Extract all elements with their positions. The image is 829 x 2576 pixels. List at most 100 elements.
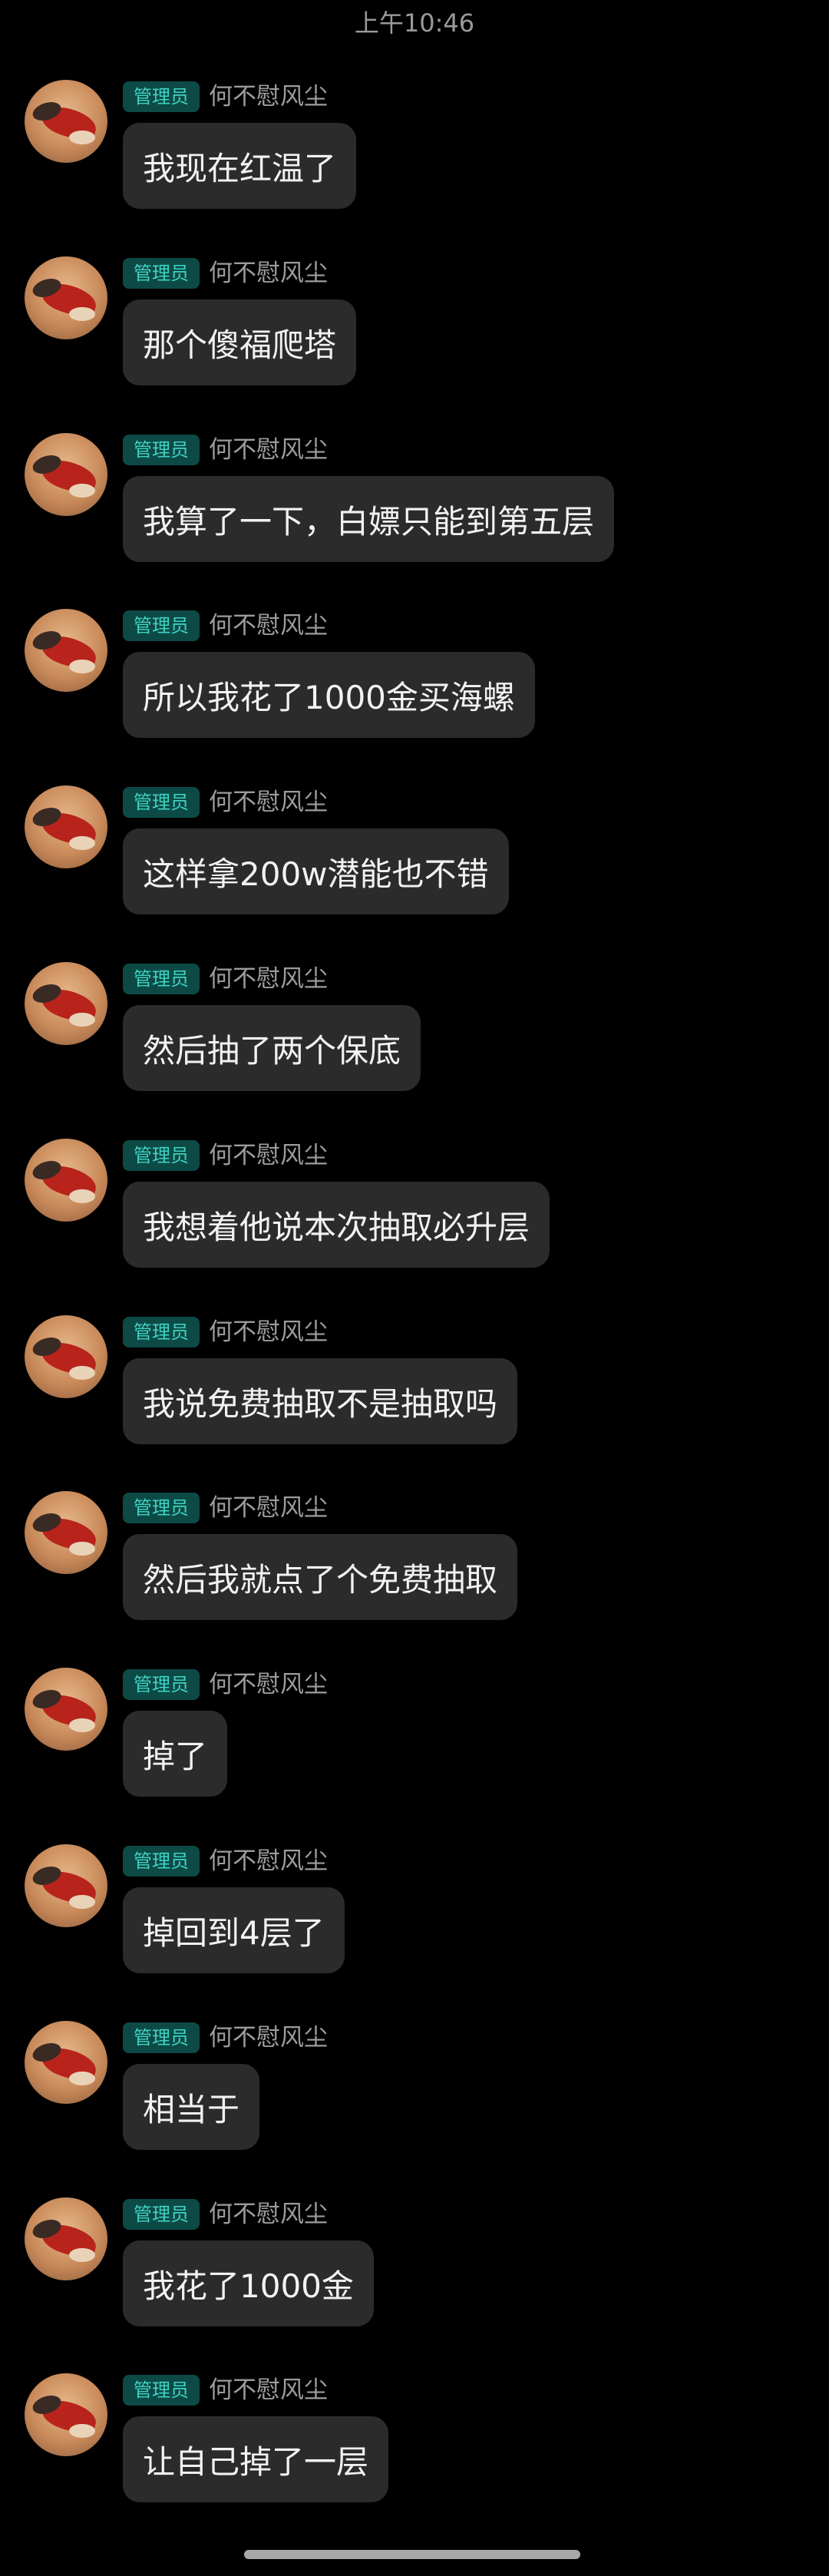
admin-badge: 管理员: [123, 787, 200, 818]
sender-name[interactable]: 何不慰风尘: [209, 1844, 328, 1878]
admin-badge: 管理员: [123, 2375, 200, 2406]
message-bubble[interactable]: 然后我就点了个免费抽取: [123, 1534, 518, 1620]
avatar[interactable]: [25, 2373, 107, 2456]
message-bubble[interactable]: 然后抽了两个保底: [123, 1005, 421, 1091]
sender-name[interactable]: 何不慰风尘: [209, 785, 328, 819]
message-meta: 管理员 何不慰风尘: [123, 1491, 328, 1525]
sender-name[interactable]: 何不慰风尘: [209, 962, 328, 996]
admin-badge: 管理员: [123, 1317, 200, 1348]
message-bubble[interactable]: 让自己掉了一层: [123, 2416, 389, 2502]
message-bubble[interactable]: 掉了: [123, 1711, 228, 1797]
admin-badge: 管理员: [123, 1493, 200, 1523]
message-bubble[interactable]: 掉回到4层了: [123, 1887, 345, 1973]
message-meta: 管理员 何不慰风尘: [123, 2197, 328, 2231]
avatar[interactable]: [25, 1844, 107, 1927]
message-meta: 管理员 何不慰风尘: [123, 1844, 328, 1878]
message-row: 管理员 何不慰风尘我现在红温了: [0, 80, 829, 256]
avatar[interactable]: [25, 1491, 107, 1574]
admin-badge: 管理员: [123, 2199, 200, 2230]
admin-badge: 管理员: [123, 2022, 200, 2053]
message-row: 管理员 何不慰风尘让自己掉了一层: [0, 2373, 829, 2550]
message-row: 管理员 何不慰风尘然后我就点了个免费抽取: [0, 1491, 829, 1668]
avatar[interactable]: [25, 1315, 107, 1398]
message-meta: 管理员 何不慰风尘: [123, 609, 328, 643]
avatar-image-detail: [69, 2072, 95, 2085]
message-bubble[interactable]: 这样拿200w潜能也不错: [123, 828, 509, 914]
avatar[interactable]: [25, 962, 107, 1045]
home-indicator[interactable]: [244, 2550, 580, 2559]
admin-badge: 管理员: [123, 81, 200, 112]
message-meta: 管理员 何不慰风尘: [123, 2373, 328, 2407]
message-row: 管理员 何不慰风尘那个傻福爬塔: [0, 256, 829, 433]
admin-badge: 管理员: [123, 964, 200, 994]
avatar[interactable]: [25, 609, 107, 692]
sender-name[interactable]: 何不慰风尘: [209, 1491, 328, 1525]
message-meta: 管理员 何不慰风尘: [123, 1315, 328, 1349]
timestamp-header: 上午10:46: [354, 8, 475, 38]
avatar-image-detail: [69, 1895, 95, 1909]
avatar[interactable]: [25, 1668, 107, 1751]
message-meta: 管理员 何不慰风尘: [123, 785, 328, 819]
message-bubble[interactable]: 我想着他说本次抽取必升层: [123, 1182, 550, 1268]
message-meta: 管理员 何不慰风尘: [123, 962, 328, 996]
avatar[interactable]: [25, 433, 107, 516]
admin-badge: 管理员: [123, 610, 200, 641]
message-row: 管理员 何不慰风尘相当于: [0, 2021, 829, 2197]
sender-name[interactable]: 何不慰风尘: [209, 433, 328, 467]
avatar-image-detail: [69, 836, 95, 850]
sender-name[interactable]: 何不慰风尘: [209, 80, 328, 114]
message-meta: 管理员 何不慰风尘: [123, 256, 328, 290]
avatar-image-detail: [69, 2424, 95, 2438]
sender-name[interactable]: 何不慰风尘: [209, 2373, 328, 2407]
message-row: 管理员 何不慰风尘我算了一下，白嫖只能到第五层: [0, 433, 829, 610]
avatar-image-detail: [69, 307, 95, 321]
avatar[interactable]: [25, 2197, 107, 2280]
message-bubble[interactable]: 所以我花了1000金买海螺: [123, 652, 535, 738]
message-row: 管理员 何不慰风尘掉了: [0, 1668, 829, 1844]
sender-name[interactable]: 何不慰风尘: [209, 1139, 328, 1172]
message-row: 管理员 何不慰风尘我想着他说本次抽取必升层: [0, 1139, 829, 1315]
avatar[interactable]: [25, 785, 107, 868]
message-row: 管理员 何不慰风尘这样拿200w潜能也不错: [0, 785, 829, 962]
admin-badge: 管理员: [123, 1669, 200, 1700]
message-meta: 管理员 何不慰风尘: [123, 1139, 328, 1172]
message-meta: 管理员 何不慰风尘: [123, 1668, 328, 1701]
avatar-image-detail: [69, 2248, 95, 2262]
message-bubble[interactable]: 我花了1000金: [123, 2240, 374, 2326]
sender-name[interactable]: 何不慰风尘: [209, 609, 328, 643]
message-meta: 管理员 何不慰风尘: [123, 433, 328, 467]
avatar[interactable]: [25, 80, 107, 163]
message-row: 管理员 何不慰风尘我说免费抽取不是抽取吗: [0, 1315, 829, 1492]
sender-name[interactable]: 何不慰风尘: [209, 2021, 328, 2055]
message-bubble[interactable]: 我算了一下，白嫖只能到第五层: [123, 476, 615, 562]
avatar-image-detail: [69, 1542, 95, 1556]
message-row: 管理员 何不慰风尘所以我花了1000金买海螺: [0, 609, 829, 785]
avatar-image-detail: [69, 1013, 95, 1027]
admin-badge: 管理员: [123, 1846, 200, 1877]
avatar-image-detail: [69, 484, 95, 498]
avatar-image-detail: [69, 660, 95, 673]
message-meta: 管理员 何不慰风尘: [123, 80, 328, 114]
sender-name[interactable]: 何不慰风尘: [209, 1315, 328, 1349]
admin-badge: 管理员: [123, 1140, 200, 1171]
avatar[interactable]: [25, 1139, 107, 1222]
admin-badge: 管理员: [123, 435, 200, 465]
sender-name[interactable]: 何不慰风尘: [209, 1668, 328, 1701]
avatar-image-detail: [69, 1366, 95, 1380]
avatar-image-detail: [69, 1718, 95, 1732]
message-row: 管理员 何不慰风尘掉回到4层了: [0, 1844, 829, 2021]
avatar-image-detail: [69, 1189, 95, 1203]
message-row: 管理员 何不慰风尘我花了1000金: [0, 2197, 829, 2374]
avatar-image-detail: [69, 131, 95, 144]
avatar[interactable]: [25, 256, 107, 339]
message-bubble[interactable]: 那个傻福爬塔: [123, 299, 357, 385]
message-meta: 管理员 何不慰风尘: [123, 2021, 328, 2055]
admin-badge: 管理员: [123, 258, 200, 289]
sender-name[interactable]: 何不慰风尘: [209, 2197, 328, 2231]
message-bubble[interactable]: 我现在红温了: [123, 123, 357, 209]
message-bubble[interactable]: 我说免费抽取不是抽取吗: [123, 1358, 518, 1444]
message-row: 管理员 何不慰风尘然后抽了两个保底: [0, 962, 829, 1139]
sender-name[interactable]: 何不慰风尘: [209, 256, 328, 290]
avatar[interactable]: [25, 2021, 107, 2104]
message-bubble[interactable]: 相当于: [123, 2064, 260, 2150]
